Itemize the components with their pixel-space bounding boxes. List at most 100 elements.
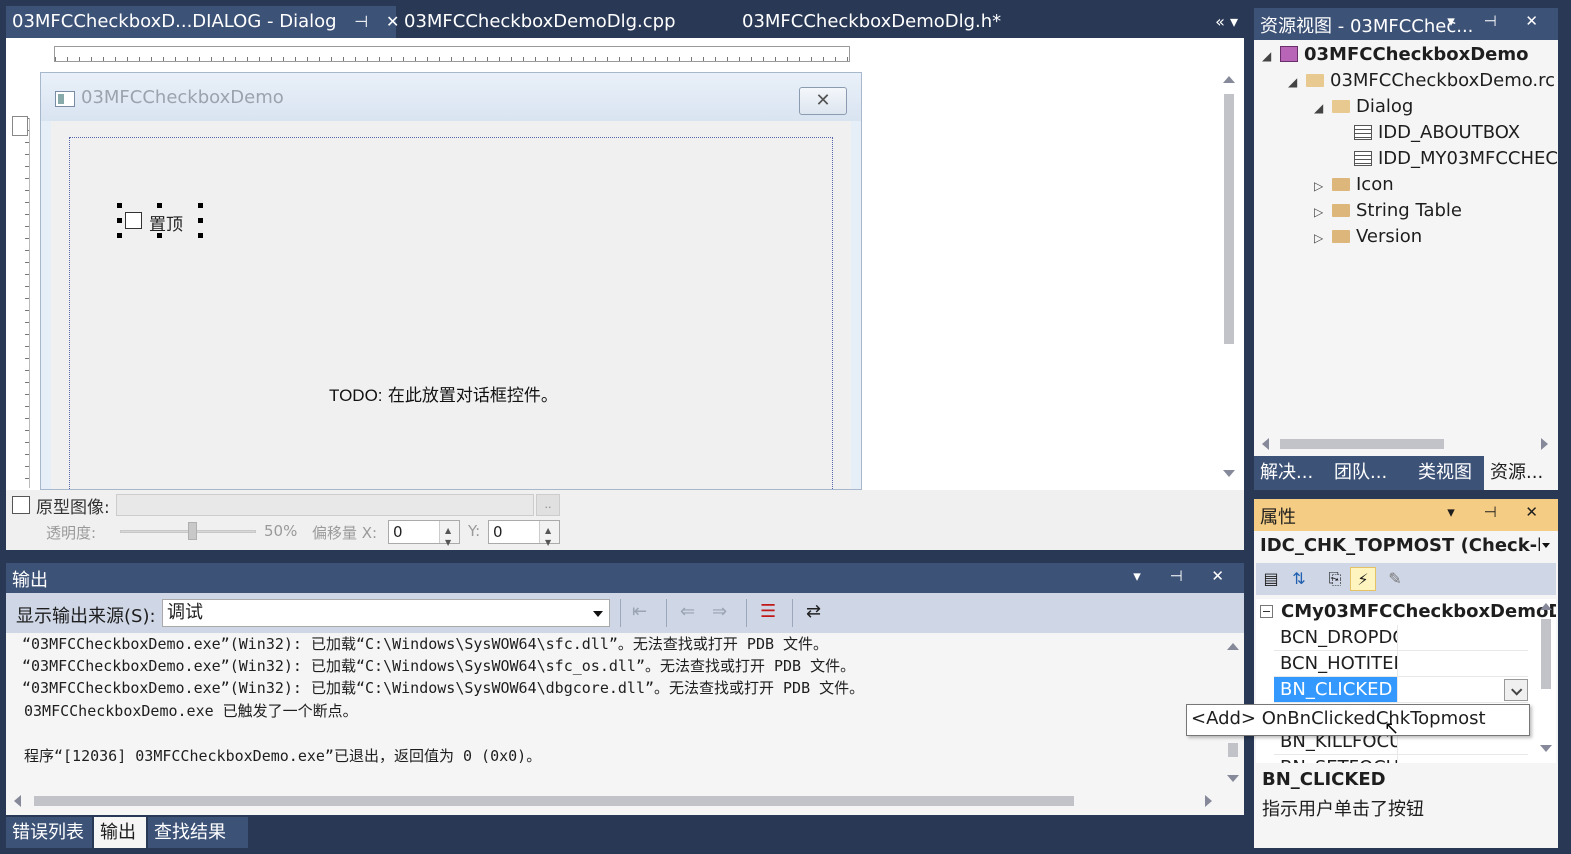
property-row[interactable]: BCN_HOTITEMCHANGE — [1274, 651, 1528, 677]
tab-dlg-cpp[interactable]: 03MFCCheckboxDemoDlg.cpp — [398, 6, 698, 38]
opacity-slider-thumb[interactable] — [187, 522, 197, 540]
dialog-client-area[interactable]: 置顶 TODO: 在此放置对话框控件。 — [51, 121, 851, 497]
properties-vertical-scrollbar[interactable] — [1536, 599, 1556, 763]
selection-handle[interactable] — [198, 203, 203, 208]
collapsed-arrow-icon[interactable]: ▷ — [1314, 199, 1328, 225]
tab-dialog-editor[interactable]: 03MFCCheckboxD...DIALOG - Dialog ⊣ ✕ — [6, 6, 399, 38]
output-text-area[interactable]: “03MFCCheckboxDemo.exe”(Win32): 已加载“C:\W… — [6, 633, 1244, 815]
next-message-icon[interactable]: ⇒ — [712, 601, 727, 622]
expanded-arrow-icon[interactable]: ◢ — [1288, 69, 1302, 95]
tab-resource-view[interactable]: 资源... — [1484, 456, 1558, 490]
opacity-label: 透明度: — [46, 524, 97, 542]
tab-dlg-header[interactable]: 03MFCCheckboxDemoDlg.h* — [736, 6, 1066, 38]
horizontal-ruler[interactable] — [54, 46, 850, 62]
resource-horizontal-scrollbar[interactable] — [1254, 434, 1558, 454]
tab-solution-explorer[interactable]: 解决... — [1254, 456, 1328, 490]
selection-handle[interactable] — [117, 203, 122, 208]
selection-handle[interactable] — [198, 218, 203, 223]
selection-handle[interactable] — [117, 218, 122, 223]
selection-handle[interactable] — [198, 233, 203, 238]
output-source-dropdown[interactable]: 调试 — [162, 599, 610, 627]
properties-group-row[interactable]: CMy03MFCCheckboxDemoDlg — [1256, 599, 1556, 625]
property-row[interactable]: BN_SETFOCUS — [1274, 755, 1528, 763]
scroll-down-icon[interactable] — [1223, 470, 1235, 477]
properties-object-selector[interactable]: IDC_CHK_TOPMOST (Check-box) — [1260, 535, 1540, 556]
scroll-down-icon[interactable] — [1227, 775, 1239, 782]
word-wrap-icon[interactable]: ⇄ — [806, 601, 821, 622]
collapsed-arrow-icon[interactable]: ▷ — [1314, 173, 1328, 199]
tab-overflow-icon[interactable]: « ▾ — [1215, 12, 1238, 31]
scroll-up-icon[interactable] — [1223, 76, 1235, 83]
todo-static-text[interactable]: TODO: 在此放置对话框控件。 — [329, 381, 558, 406]
collapse-icon[interactable] — [1260, 605, 1273, 618]
alphabetical-icon[interactable]: ⇅ — [1286, 567, 1312, 591]
overrides-wrench-icon[interactable]: ✎ — [1382, 567, 1408, 591]
panel-window-buttons[interactable]: ▾ ⊣ ✕ — [1133, 567, 1236, 585]
offset-y-spinner[interactable]: 0 — [488, 520, 560, 554]
scroll-thumb[interactable] — [1280, 439, 1444, 449]
tree-item-version[interactable]: ▷ Version — [1314, 224, 1422, 250]
tree-item-main-dialog[interactable]: IDD_MY03MFCCHECKBOXDEMO_DIALOG — [1350, 146, 1558, 172]
scroll-thumb[interactable] — [1224, 94, 1234, 344]
handler-dropdown-option[interactable]: <Add> OnBnClickedChkTopmost — [1186, 704, 1530, 736]
go-to-line-icon[interactable]: ⇤ — [632, 601, 647, 622]
tree-item-string-table[interactable]: ▷ String Table — [1314, 198, 1462, 224]
dialog-close-button[interactable]: ✕ — [799, 87, 847, 115]
resource-tab-strip: 解决... 团队... 类视图 资源... — [1254, 456, 1558, 490]
folder-open-icon — [1332, 100, 1350, 113]
scroll-right-icon[interactable] — [1205, 795, 1212, 807]
property-row-selected[interactable]: BN_CLICKED — [1274, 677, 1528, 703]
tab-team-explorer[interactable]: 团队... — [1328, 456, 1412, 490]
offset-x-spinner[interactable]: 0 — [388, 520, 460, 554]
panel-window-buttons[interactable]: ▾ ⊣ ✕ — [1447, 503, 1550, 521]
selection-handle[interactable] — [157, 203, 162, 208]
expanded-arrow-icon[interactable]: ◢ — [1262, 43, 1276, 69]
control-events-icon[interactable]: ⎘ — [1322, 567, 1348, 591]
expanded-arrow-icon[interactable]: ◢ — [1314, 95, 1328, 121]
clear-all-icon[interactable]: ☰ — [760, 601, 776, 622]
property-dropdown-button[interactable] — [1504, 679, 1528, 701]
previous-message-icon[interactable]: ⇐ — [680, 601, 695, 622]
tree-item-icon-folder[interactable]: ▷ Icon — [1314, 172, 1394, 198]
scroll-right-icon[interactable] — [1541, 438, 1548, 450]
offset-y-label: Y: — [468, 522, 481, 540]
output-line: 程序“[12036] 03MFCCheckboxDemo.exe”已退出，返回值… — [24, 747, 542, 765]
scroll-thumb[interactable] — [1228, 743, 1238, 757]
spinner-arrows-icon[interactable] — [439, 520, 459, 554]
vertical-ruler[interactable] — [14, 118, 30, 488]
chevron-down-icon[interactable] — [1542, 543, 1550, 548]
property-name: BN_CLICKED — [1274, 677, 1398, 702]
prototype-image-checkbox[interactable] — [12, 496, 30, 514]
prototype-browse-button[interactable]: .. — [536, 494, 560, 516]
dialog-preview[interactable]: 03MFCCheckboxDemo ✕ 置顶 TODO: 在此放置对话框控件。 — [40, 72, 862, 497]
tab-error-list[interactable]: 错误列表 — [6, 817, 92, 848]
tab-output[interactable]: 输出 — [94, 817, 146, 848]
output-horizontal-scrollbar[interactable] — [12, 793, 1212, 809]
scroll-left-icon[interactable] — [14, 795, 21, 807]
ruler-guide-handle[interactable] — [12, 116, 28, 136]
categorized-icon[interactable]: ▤ — [1258, 567, 1284, 591]
spinner-arrows-icon[interactable] — [539, 520, 559, 554]
panel-window-buttons[interactable]: ▾ ⊣ ✕ — [1447, 12, 1550, 30]
scroll-thumb[interactable] — [34, 796, 1074, 806]
tab-class-view[interactable]: 类视图 — [1412, 456, 1484, 490]
scroll-up-icon[interactable] — [1540, 603, 1552, 610]
designer-vertical-scrollbar[interactable] — [1220, 70, 1238, 488]
checkbox-square[interactable] — [125, 212, 142, 229]
scroll-thumb[interactable] — [1541, 619, 1551, 689]
tree-item-rc-file[interactable]: ◢ 03MFCCheckboxDemo.rc — [1288, 68, 1555, 94]
selection-handle[interactable] — [117, 233, 122, 238]
tab-find-results[interactable]: 查找结果 1 — [148, 817, 248, 854]
pin-icon[interactable]: ⊣ — [354, 6, 368, 38]
scroll-down-icon[interactable] — [1540, 745, 1552, 752]
scroll-left-icon[interactable] — [1262, 438, 1269, 450]
collapsed-arrow-icon[interactable]: ▷ — [1314, 225, 1328, 251]
tree-item-project[interactable]: ◢ 03MFCCheckboxDemo — [1262, 42, 1528, 68]
tree-item-aboutbox[interactable]: IDD_ABOUTBOX — [1350, 120, 1520, 146]
tree-item-dialog-folder[interactable]: ◢ Dialog — [1314, 94, 1413, 120]
checkbox-topmost-control[interactable]: 置顶 — [117, 203, 203, 238]
messages-lightning-icon[interactable]: ⚡ — [1350, 567, 1376, 591]
scroll-up-icon[interactable] — [1227, 643, 1239, 650]
prototype-image-path-field[interactable] — [116, 494, 534, 516]
property-row[interactable]: BCN_DROPDOWN — [1274, 625, 1528, 651]
